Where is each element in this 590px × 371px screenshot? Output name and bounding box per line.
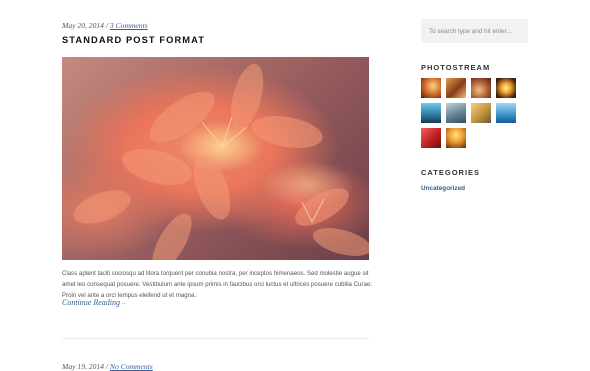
post-date: May 19, 2014 (62, 362, 104, 371)
post-meta: May 19, 2014 / No Comments (62, 362, 153, 371)
photostream-thumbnail[interactable] (471, 103, 491, 123)
post-excerpt: Class aptent taciti sociosqu ad litora t… (62, 270, 372, 299)
post-divider (62, 338, 369, 339)
photostream-thumbnail[interactable] (446, 103, 466, 123)
category-link-uncategorized[interactable]: Uncategorized (421, 185, 465, 192)
photostream-thumbnail[interactable] (421, 128, 441, 148)
photostream-thumbnail[interactable] (471, 78, 491, 98)
arrow-right-icon: → (120, 299, 127, 307)
flower-illustration (73, 63, 369, 260)
continue-reading-link[interactable]: Continue Reading→ (62, 298, 127, 307)
photostream-thumbnail[interactable] (496, 103, 516, 123)
photostream-thumbnail[interactable] (496, 78, 516, 98)
photostream-thumbnail[interactable] (421, 78, 441, 98)
comments-link[interactable]: No Comments (110, 362, 153, 371)
post-date: May 20, 2014 (62, 21, 104, 30)
post-title[interactable]: STANDARD POST FORMAT (62, 35, 205, 45)
photostream-thumbnail[interactable] (446, 78, 466, 98)
featured-image[interactable] (62, 57, 369, 260)
continue-reading-label[interactable]: Continue Reading (62, 298, 120, 307)
photostream-title: PHOTOSTREAM (421, 63, 491, 72)
categories-title: CATEGORIES (421, 168, 481, 177)
post-meta: May 20, 2014 / 3 Comments (62, 21, 148, 30)
search-input[interactable]: To search type and hit enter... (421, 19, 528, 43)
comments-link[interactable]: 3 Comments (110, 21, 148, 30)
photostream-thumbnail[interactable] (421, 103, 441, 123)
photostream-thumbnail[interactable] (446, 128, 466, 148)
